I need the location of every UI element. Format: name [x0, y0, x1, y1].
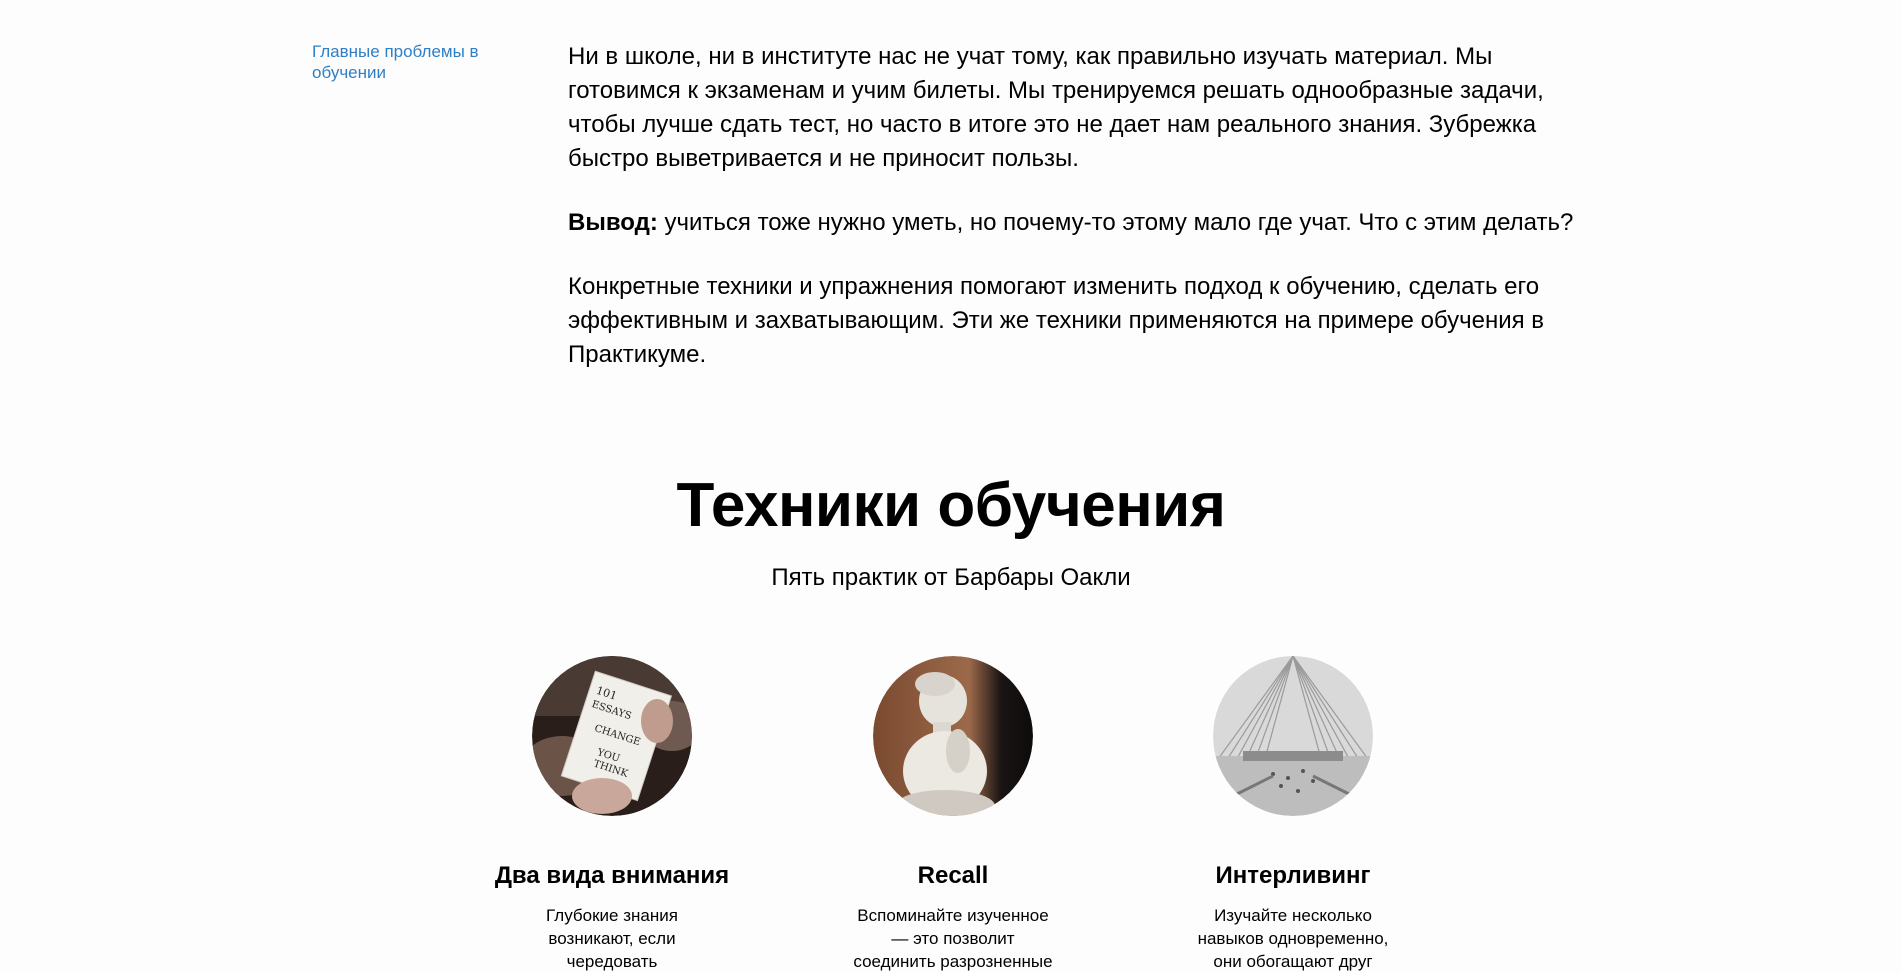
statue-photo-image — [873, 656, 1033, 816]
article-paragraph: Конкретные техники и упражнения помогают… — [568, 273, 1545, 368]
technique-card-attention[interactable]: 101 ESSAYS CHANGE YOU THINK Два вида вни… — [472, 656, 752, 971]
technique-card-text: Глубокие знания возникают, если чередова… — [546, 906, 678, 971]
article-body: Ни в школе, ни в институте нас не учат т… — [568, 40, 1608, 402]
book-photo-image: 101 ESSAYS CHANGE YOU THINK — [532, 656, 692, 816]
technique-card-title: Два вида внимания — [494, 862, 730, 889]
technique-card-interleaving[interactable]: Интерливинг Изучайте несколько навыков о… — [1153, 656, 1433, 971]
conclusion-label: Вывод: — [568, 209, 658, 236]
section-subtitle: Пять практик от Барбары Оакли — [771, 564, 1131, 591]
page: Главные проблемы в обучении Ни в школе, … — [0, 0, 1902, 972]
technique-card-text: Изучайте несколько навыков одновременно,… — [1197, 906, 1389, 971]
architecture-photo-image — [1213, 656, 1373, 816]
article-conclusion: Вывод: учиться тоже нужно уметь, но поче… — [568, 206, 1608, 240]
technique-card-title: Интерливинг — [1215, 862, 1371, 889]
techniques-cards: 101 ESSAYS CHANGE YOU THINK Два вида вни… — [0, 656, 1902, 972]
sidebar-nav-link-main-problems[interactable]: Главные проблемы в обучении — [312, 41, 512, 83]
article-paragraph: Ни в школе, ни в институте нас не учат т… — [568, 43, 1544, 172]
section-title: Техники обучения — [676, 471, 1226, 540]
conclusion-text: учиться тоже нужно уметь, но почему-то э… — [657, 209, 1574, 236]
technique-card-text: Вспоминайте изученное — это позволит сое… — [853, 906, 1053, 971]
technique-card-recall[interactable]: Recall Вспоминайте изученное — это позво… — [813, 656, 1093, 971]
technique-card-title: Recall — [917, 862, 989, 889]
